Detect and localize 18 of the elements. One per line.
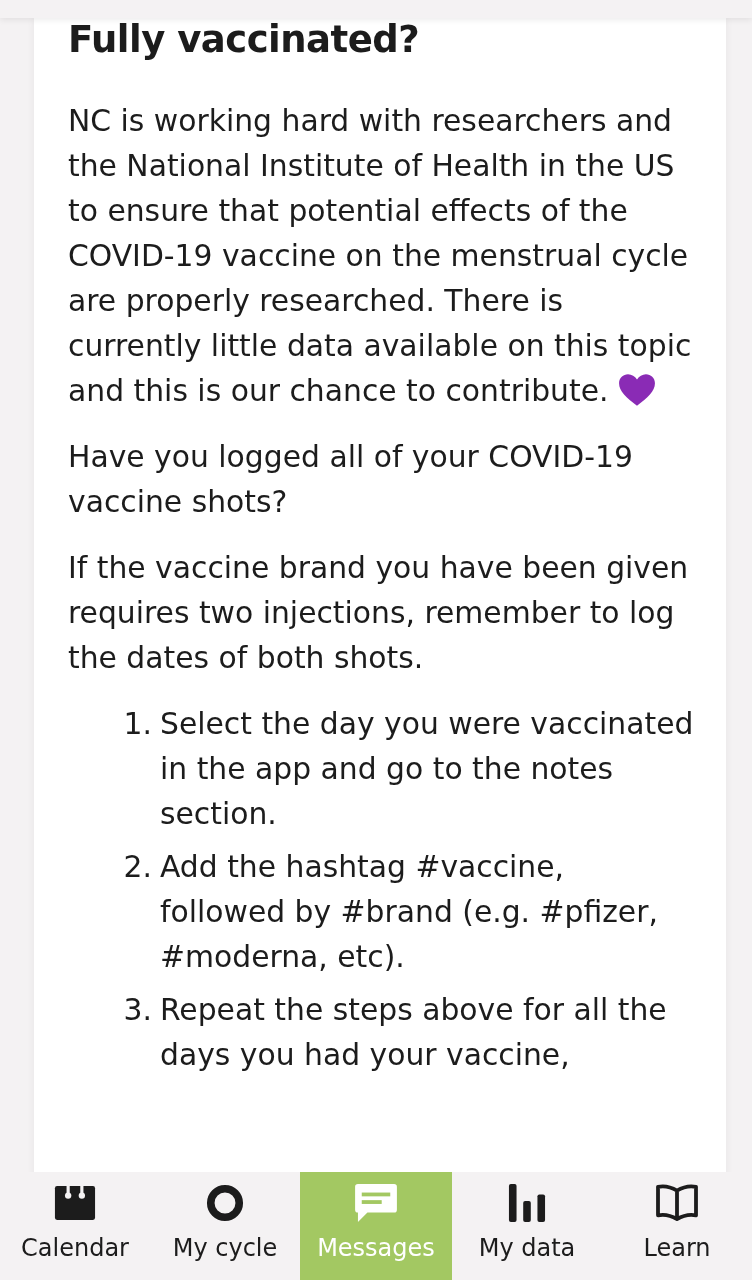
nav-tab[interactable]: My data bbox=[452, 1172, 602, 1280]
nav-tab[interactable]: My cycle bbox=[150, 1172, 300, 1280]
book-icon bbox=[655, 1184, 699, 1222]
paragraph: Have you logged all of your COVID-19 vaccine shots? bbox=[68, 438, 634, 521]
list-number: 2. bbox=[122, 848, 153, 886]
heart-icon bbox=[617, 373, 656, 407]
article-heading: Fully vaccinated? bbox=[68, 18, 421, 62]
message-icon bbox=[354, 1184, 398, 1222]
list-item-text: Add the hashtag #vaccine, followed by #brand (e.g. #pfizer, #moderna, etc). bbox=[160, 848, 659, 976]
list-number: 3. bbox=[122, 991, 153, 1029]
paragraph: NC is working hard with researchers and the National Institute of Health in the US to ensure that potential effects of the COVID-19 vaccine on the menstrual cycle are properly researched. There is currently little data available on this topic and this is our chance to contribute. bbox=[68, 102, 693, 410]
list-number: 1. bbox=[122, 705, 153, 743]
list-item-text: Repeat the steps above for all the days you had your vaccine, bbox=[160, 991, 668, 1074]
paragraph: If the vaccine brand you have been given requires two injections, remember to log the dates of both shots. bbox=[68, 549, 690, 677]
nav-tab[interactable]: Calendar bbox=[0, 1172, 150, 1280]
list-item-text: Select the day you were vaccinated in the app and go to the notes section. bbox=[160, 705, 695, 833]
calendar-icon bbox=[53, 1184, 97, 1222]
nav-tab[interactable]: Learn bbox=[602, 1172, 752, 1280]
